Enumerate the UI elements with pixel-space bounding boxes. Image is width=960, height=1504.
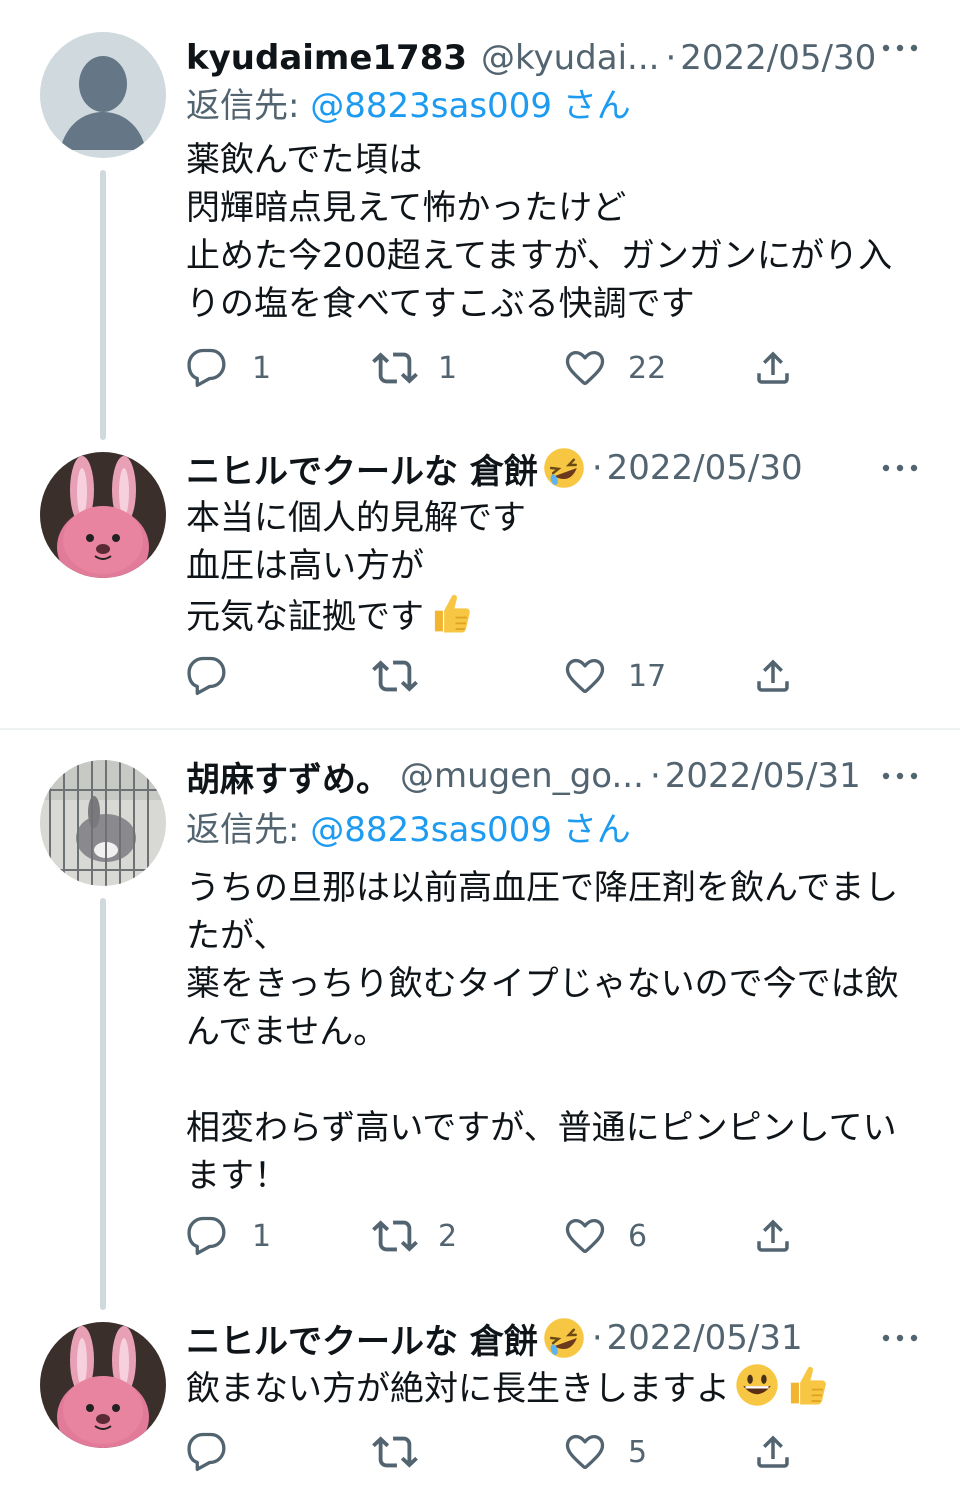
default-avatar-icon [40,32,166,158]
user-handle[interactable]: @kyudai... [481,38,659,78]
grinning-face-emoji-icon [734,1362,780,1408]
more-options-icon[interactable] [880,462,920,474]
separator: · [649,756,661,796]
user-handle[interactable]: @mugen_go... [400,756,644,796]
share-button[interactable] [752,1428,794,1476]
retweet-button[interactable] [372,1428,442,1476]
like-count: 17 [628,658,667,694]
more-options-icon[interactable] [880,1332,920,1344]
action-bar: 1 1 22 [186,344,806,392]
tweet-date[interactable]: 2022/05/31 [607,1318,803,1358]
reply-button[interactable] [186,652,252,700]
tweet-text: うちの旦那は以前高血圧で降圧剤を飲んでましたが、 薬をきっちり飲むタイプじゃない… [186,868,899,1196]
reply-button[interactable]: 1 [186,1212,271,1260]
display-name[interactable]: kyudaime1783 [186,38,467,78]
like-icon [564,347,606,389]
reply-icon [186,1215,228,1257]
like-button[interactable]: 5 [564,1428,647,1476]
share-icon [752,347,794,389]
reply-icon [186,347,228,389]
retweet-icon [372,1213,418,1259]
like-icon [564,655,606,697]
reply-count: 1 [252,1218,272,1254]
tweet-date[interactable]: 2022/05/30 [680,38,876,78]
thumbs-up-emoji-icon [784,1362,830,1408]
more-options-icon[interactable] [880,770,920,782]
reply-mention-link[interactable]: @8823sas009 [310,810,552,850]
separator: · [591,448,603,488]
tweet-text-content: 本当に個人的見解です 血圧は高い方が 元気な証拠です [186,498,526,637]
display-name[interactable]: 胡麻すずめ。 [186,752,390,801]
separator: · [591,1318,603,1358]
conversation-divider [0,728,960,730]
action-bar: 5 [186,1428,806,1476]
reply-count: 1 [252,350,272,386]
reply-context: 返信先: @8823sas009 さん [186,78,631,127]
retweet-count: 1 [438,350,458,386]
separator: · [665,38,677,78]
retweet-button[interactable]: 1 [372,344,457,392]
thumbs-up-emoji-icon [428,590,474,636]
share-button[interactable] [752,652,794,700]
share-icon [752,1431,794,1473]
pink-rabbit-avatar-icon [40,1322,166,1448]
tweet-text: 薬飲んでた頃は 閃輝暗点見えて怖かったけど 止めた今200超えてますが、ガンガン… [186,140,893,324]
action-bar: 17 [186,652,806,700]
tweet[interactable]: ニヒルでクールな 倉餅 · 2022/05/31 飲まない方が絶対に長生きします… [0,1322,960,1492]
tweet-header: ニヒルでクールな 倉餅 · 2022/05/31 [186,1310,920,1366]
like-count: 6 [628,1218,648,1254]
display-name[interactable]: ニヒルでクールな 倉餅 [186,444,538,493]
avatar[interactable] [40,32,166,158]
tweet-header: ニヒルでクールな 倉餅 · 2022/05/30 [186,440,920,496]
reply-prefix: 返信先: [186,810,311,850]
retweet-icon [372,1429,418,1475]
tweet-date[interactable]: 2022/05/30 [607,448,803,488]
tweet-text: 飲まない方が絶対に長生きしますよ [186,1362,922,1413]
like-button[interactable]: 17 [564,652,666,700]
retweet-count: 2 [438,1218,458,1254]
reply-suffix: さん [551,810,631,850]
share-icon [752,1215,794,1257]
tweet-header: 胡麻すずめ。 @mugen_go... · 2022/05/31 [186,748,920,804]
share-button[interactable] [752,344,794,392]
retweet-icon [372,345,418,391]
share-button[interactable] [752,1212,794,1260]
like-count: 22 [628,350,667,386]
rolling-laughing-emoji-icon [542,1316,586,1360]
rabbit-cage-photo-avatar [40,760,166,886]
more-options-icon[interactable] [880,42,920,54]
reply-icon [186,655,228,697]
action-bar: 1 2 6 [186,1212,806,1260]
tweet-text-content: 飲まない方が絶対に長生きしますよ [186,1369,730,1409]
display-name[interactable]: ニヒルでクールな 倉餅 [186,1314,538,1363]
reply-button[interactable]: 1 [186,344,271,392]
tweet[interactable]: ニヒルでクールな 倉餅 · 2022/05/30 本当に個人的見解です 血圧は高… [0,452,960,702]
reply-mention-link[interactable]: @8823sas009 [310,86,552,126]
pink-rabbit-avatar-icon [40,452,166,578]
reply-context: 返信先: @8823sas009 さん [186,802,631,851]
like-count: 5 [628,1434,648,1470]
like-button[interactable]: 6 [564,1212,647,1260]
avatar[interactable] [40,760,166,886]
retweet-button[interactable]: 2 [372,1212,457,1260]
reply-suffix: さん [551,86,631,126]
tweet-date[interactable]: 2022/05/31 [665,756,861,796]
retweet-icon [372,653,418,699]
reply-prefix: 返信先: [186,86,311,126]
like-button[interactable]: 22 [564,344,666,392]
share-icon [752,655,794,697]
tweet[interactable]: kyudaime1783 @kyudai... · 2022/05/30 返信先… [0,32,960,412]
reply-icon [186,1431,228,1473]
retweet-button[interactable] [372,652,442,700]
tweet-text: 本当に個人的見解です 血圧は高い方が 元気な証拠です [186,494,922,641]
avatar[interactable] [40,1322,166,1448]
like-icon [564,1215,606,1257]
like-icon [564,1431,606,1473]
reply-button[interactable] [186,1428,252,1476]
avatar[interactable] [40,452,166,578]
rolling-laughing-emoji-icon [542,446,586,490]
tweet[interactable]: 胡麻すずめ。 @mugen_go... · 2022/05/31 返信先: @8… [0,756,960,1280]
